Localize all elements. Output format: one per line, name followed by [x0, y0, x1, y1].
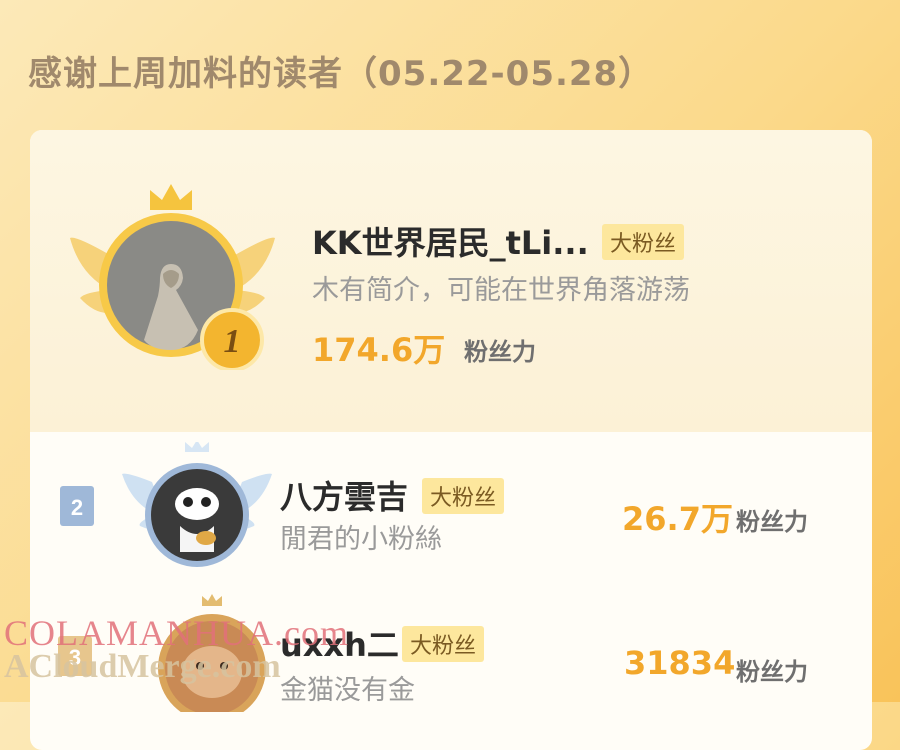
- score-label: 粉丝力: [464, 338, 536, 366]
- svg-text:2: 2: [71, 495, 83, 520]
- fan-level-badge: 大粉丝: [402, 626, 485, 662]
- score-label: 粉丝力: [736, 658, 808, 686]
- top-rank-row[interactable]: 1 KK世界居民_tLi... 大粉丝 木有简介，可能在世界角落游荡 174.6…: [30, 130, 872, 432]
- fan-level-badge: 大粉丝: [422, 478, 505, 514]
- crown-icon: [185, 442, 209, 452]
- score-label: 粉丝力: [736, 508, 808, 536]
- page-title: 感谢上周加料的读者（05.22-05.28）: [28, 54, 654, 94]
- fan-level-badge: 大粉丝: [602, 224, 685, 260]
- rank-3-score: 31834: [624, 644, 736, 682]
- top-rank-name[interactable]: KK世界居民_tLi...: [312, 218, 589, 264]
- rank-row-2[interactable]: 2 八方雲吉 大粉丝 閒君的小粉絲 26.7万 粉丝力: [30, 432, 872, 592]
- rank-2-badge: 2: [60, 486, 94, 526]
- crown-icon: [202, 594, 222, 606]
- top-rank-score: 174.6万: [312, 331, 446, 369]
- rank-2-intro: 閒君的小粉絲: [280, 524, 442, 555]
- watermark: COLAMANHUA.com ACloudMerge.com: [4, 612, 349, 686]
- avatar-frame-gold: 1: [70, 184, 275, 370]
- avatar-frame-silver: [122, 442, 272, 567]
- crown-icon: [150, 184, 192, 210]
- rank-2-name[interactable]: 八方雲吉: [280, 472, 408, 518]
- top-rank-intro: 木有简介，可能在世界角落游荡: [312, 275, 690, 306]
- rank-1-number: 1: [224, 323, 241, 360]
- rank-2-score: 26.7万: [622, 500, 733, 538]
